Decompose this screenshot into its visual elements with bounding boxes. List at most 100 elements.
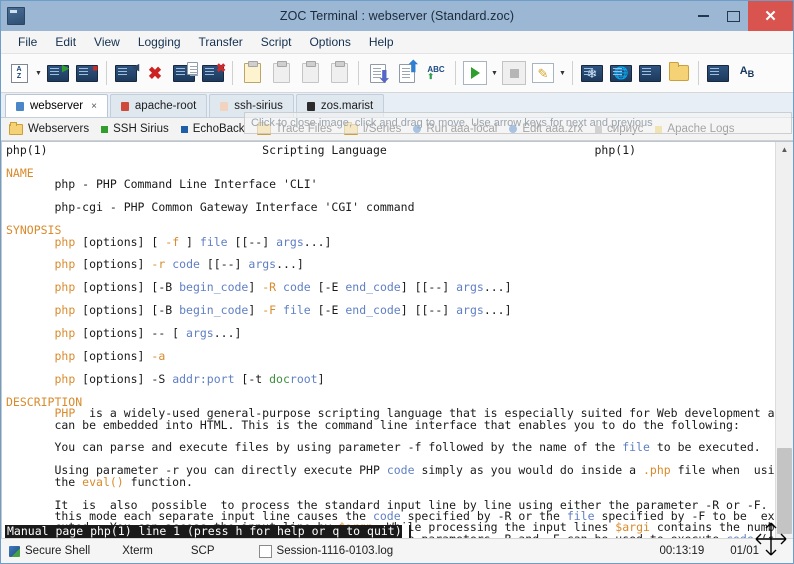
terminal-status-line: Manual page php(1) line 1 (press h for h… [5,525,411,538]
menu-view[interactable]: View [85,33,129,51]
menu-file[interactable]: File [9,33,46,51]
status-bar: Secure Shell Xterm SCP Session-1116-0103… [1,538,793,563]
menu-bar: File Edit View Logging Transfer Script O… [1,31,793,54]
toolbar-separator [358,61,359,85]
menu-edit[interactable]: Edit [46,33,85,51]
window-controls: ✕ [688,1,793,31]
bookmark-label: Apache Logs [667,123,734,135]
terminal-line [6,214,775,225]
bookmark-label: EchoBack [193,123,245,135]
status-connection-type[interactable]: Secure Shell [9,545,104,557]
delete-session-button[interactable]: ✖ [199,58,227,88]
snowflake-screen-icon: ❄ [581,65,603,82]
close-button[interactable]: ✕ [748,1,793,31]
sort-az-button[interactable]: AZ [5,58,33,88]
menu-transfer[interactable]: Transfer [190,33,252,51]
tab-webserver[interactable]: webserver × [5,94,108,117]
print-screen-button[interactable] [636,58,664,88]
bookmark-ssh-sirius[interactable]: SSH Sirius [99,123,179,135]
edit-script-dropdown[interactable]: ▼ [558,58,567,88]
minimize-button[interactable] [688,1,718,31]
globe-screen-icon: 🌐 [610,65,632,82]
upload-button[interactable]: ⬆ [393,58,421,88]
edit-clipboard-button[interactable] [296,58,324,88]
screen-document-icon [173,65,195,82]
bookmark-edit-aaa-zrx[interactable]: Edit aaa.zrx [507,123,593,135]
edit-script-button[interactable]: ✎ [529,58,557,88]
scroll-up-icon[interactable]: ▲ [776,142,793,157]
tab-apache-root[interactable]: apache-root [110,94,207,117]
bookmark-label: i/Series [363,123,401,135]
network-screen-button[interactable]: 🌐 [607,58,635,88]
status-emulation[interactable]: Xterm [104,545,167,557]
terminal-icon [7,7,25,25]
clipboard-print-icon [331,63,348,83]
tab-status-icon [16,102,24,111]
square-icon [181,126,188,133]
menu-options[interactable]: Options [300,33,359,51]
run-script-button[interactable] [461,58,489,88]
download-button[interactable]: ⬇ [364,58,392,88]
terminal-line: php - PHP Command Line Interface 'CLI' [6,179,775,190]
bookmark-trace-files[interactable]: Trace Files [255,123,342,135]
menu-script[interactable]: Script [252,33,301,51]
tab-label: ssh-sirius [234,100,283,112]
terminal-scrollbar[interactable]: ▲ [775,142,793,538]
status-label: Session-1116-0103.log [277,545,394,557]
terminal-line: the eval() function. [6,477,775,488]
close-session-button[interactable]: ✖ [141,58,169,88]
copy-button[interactable] [267,58,295,88]
stop-script-button[interactable] [500,58,528,88]
print-clipboard-button[interactable] [325,58,353,88]
tab-close-icon[interactable]: × [91,101,97,112]
menu-logging[interactable]: Logging [129,33,190,51]
bookmark-apache-logs[interactable]: Apache Logs [653,123,744,135]
screen-stop-icon: ■ [76,65,98,82]
title-bar: ZOC Terminal : webserver (Standard.zoc) … [1,1,793,31]
window-title: ZOC Terminal : webserver (Standard.zoc) [1,9,793,23]
terminal-line [6,156,775,167]
disconnect-session-button[interactable]: ■ [73,58,101,88]
green-play-icon [463,61,487,85]
bookmark-run-aaa-local[interactable]: Run aaa-local [411,123,507,135]
menu-help[interactable]: Help [360,33,403,51]
tab-label: apache-root [135,100,196,112]
previous-session-button[interactable]: ◀ [112,58,140,88]
bookmark-webservers[interactable]: Webservers [7,123,99,135]
pencil-document-icon: ✎ [532,63,554,83]
clear-screen-button[interactable]: ❄ [578,58,606,88]
checkbox-icon[interactable] [259,545,272,558]
terminal-line: php [options] -a [6,351,775,362]
bookmark-sirius-cyrillic[interactable]: сириус [593,123,653,135]
tab-ssh-sirius[interactable]: ssh-sirius [209,94,294,117]
sort-dropdown[interactable]: ▼ [34,58,43,88]
status-log-file[interactable]: Session-1116-0103.log [229,545,408,558]
terminal-line: can be embedded into HTML. This is the c… [6,420,775,431]
sort-az-icon: AZ [11,64,28,83]
red-x-icon: ✖ [148,65,162,82]
color-settings-button[interactable] [704,58,732,88]
bookmark-label: Run aaa-local [426,123,497,135]
session-tab-bar: webserver × apache-root ssh-sirius zos.m… [1,93,793,117]
transfer-ascii-button[interactable]: ABC⬆ [422,58,450,88]
font-settings-button[interactable]: AB [733,58,761,88]
folder-open-icon [669,65,689,81]
toolbar-separator [232,61,233,85]
terminal-screen[interactable]: php(1) Scripting Language php(1)NAME php… [1,142,775,538]
open-folder-button[interactable] [665,58,693,88]
session-properties-button[interactable] [170,58,198,88]
scrollbar-track[interactable] [776,157,793,538]
run-script-dropdown[interactable]: ▼ [490,58,499,88]
bookmark-label: Webservers [28,123,89,135]
connect-session-button[interactable]: ▶ [44,58,72,88]
scrollbar-thumb[interactable] [777,448,792,534]
bookmark-iseries[interactable]: i/Series [342,123,411,135]
terminal-line: php [options] -S addr:port [-t docroot] [6,374,775,385]
abc-upload-icon: ABC⬆ [427,66,444,80]
bookmark-echoback[interactable]: EchoBack [179,123,255,135]
status-date: 01/01 [704,545,793,557]
tab-zos-marist[interactable]: zos.marist [296,94,384,117]
status-transfer-protocol[interactable]: SCP [167,545,229,557]
paste-button[interactable] [238,58,266,88]
maximize-button[interactable] [718,1,748,31]
